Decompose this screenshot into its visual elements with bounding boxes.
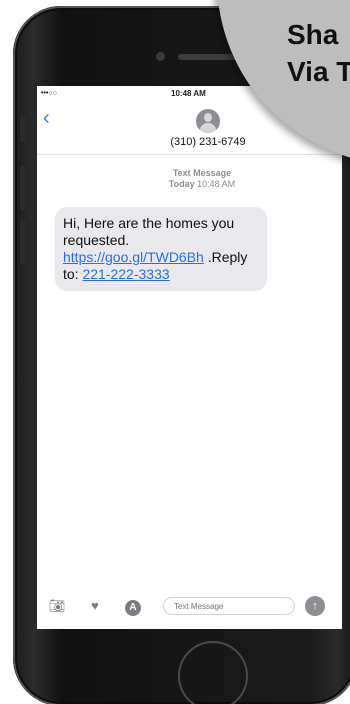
microphone-icon[interactable]: ↑ [305, 596, 325, 616]
message-url-link[interactable]: https://goo.gl/TWD6Bh [63, 249, 204, 265]
phone-screen: •••○○ 10:48 AM ‹ (310) 231-6749 Text Mes… [37, 86, 342, 629]
message-type-label: Text Message [172, 168, 232, 178]
chevron-left-icon[interactable]: ‹ [43, 108, 50, 128]
heart-icon[interactable]: ♥ [85, 598, 105, 614]
person-icon[interactable] [196, 109, 220, 133]
reply-phone-link[interactable]: 221-222-3333 [82, 266, 169, 282]
volume-up-button [20, 166, 26, 210]
message-text-start: Hi, Here are the homes you requested. [63, 215, 235, 248]
volume-down-button [20, 220, 26, 264]
header-divider [37, 154, 342, 155]
mute-switch [20, 116, 26, 142]
message-bubble: Hi, Here are the homes you requested. ht… [55, 207, 267, 291]
status-time: 10:48 AM [171, 89, 206, 98]
camera-icon[interactable]: 📷︎ [47, 598, 67, 614]
badge-line-2: Via T [287, 56, 350, 87]
message-time: 10:48 AM [197, 179, 236, 189]
earpiece-speaker [178, 54, 236, 60]
front-camera [156, 52, 165, 61]
signal-strength-icon: •••○○ [41, 90, 57, 97]
message-timestamp: Today 10:48 AM [127, 179, 277, 189]
stage: •••○○ 10:48 AM ‹ (310) 231-6749 Text Mes… [0, 0, 350, 704]
message-input[interactable] [163, 597, 295, 615]
compose-bar: 📷︎ ♥ A ↑ [37, 591, 342, 621]
contact-number[interactable]: (310) 231-6749 [135, 136, 281, 148]
home-button [178, 641, 248, 704]
message-day: Today [168, 179, 195, 189]
badge-line-1: Sha [287, 19, 339, 50]
app-store-icon[interactable]: A [123, 598, 143, 616]
